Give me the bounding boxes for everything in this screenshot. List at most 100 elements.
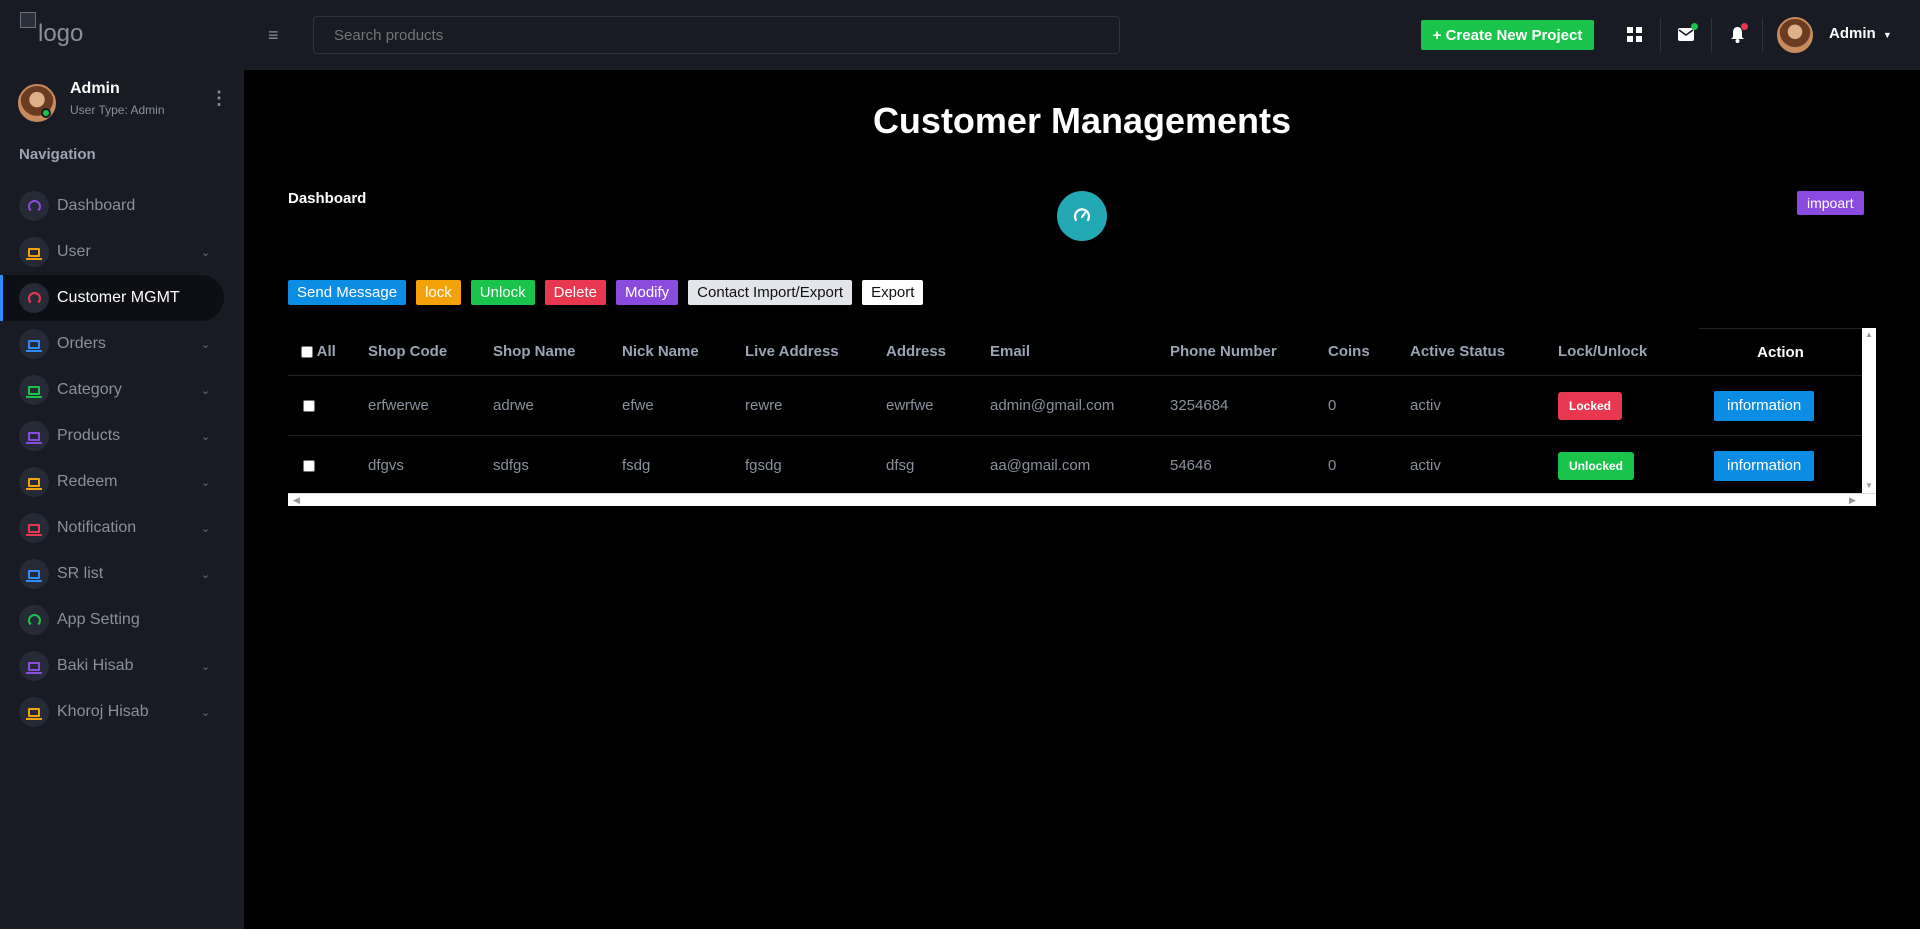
cell-coins: 0 — [1328, 435, 1410, 496]
unlock-button[interactable]: Unlock — [470, 280, 535, 305]
cell-status: activ — [1410, 375, 1558, 436]
sidebar-item-redeem[interactable]: Redeem ⌄ — [0, 459, 244, 505]
row-checkbox[interactable] — [303, 460, 315, 473]
mail-status-dot — [1691, 23, 1698, 30]
sidebar-item-sr-list[interactable]: SR list ⌄ — [0, 551, 244, 597]
mail-icon[interactable] — [1674, 22, 1698, 46]
online-status-dot — [41, 108, 51, 118]
impoart-button[interactable]: impoart — [1797, 191, 1864, 215]
cell-live-address: fgsdg — [745, 435, 886, 496]
lock-status-badge[interactable]: Locked — [1558, 391, 1623, 420]
chevron-down-icon: ⌄ — [201, 246, 211, 259]
lock-status-badge[interactable]: Unlocked — [1558, 451, 1635, 480]
logo[interactable]: logo — [20, 12, 83, 48]
sidebar-item-label: Baki Hisab — [57, 657, 134, 674]
row-select-cell — [288, 375, 368, 436]
bell-icon[interactable] — [1725, 22, 1749, 46]
laptop-icon — [19, 375, 49, 405]
gauge-icon — [19, 283, 49, 313]
cell-action: information — [1699, 375, 1862, 436]
laptop-icon — [19, 697, 49, 727]
chevron-down-icon: ⌄ — [201, 430, 211, 443]
delete-button[interactable]: Delete — [544, 280, 606, 305]
sidebar-item-notification[interactable]: Notification ⌄ — [0, 505, 244, 551]
header-divider — [1762, 18, 1763, 52]
dashboard-gauge-icon — [1057, 191, 1107, 241]
cell-shop-name: adrwe — [493, 375, 622, 436]
cell-coins: 0 — [1328, 375, 1410, 436]
cell-lock-unlock: Locked — [1558, 375, 1699, 436]
sidebar-item-products[interactable]: Products ⌄ — [0, 413, 244, 459]
search-input[interactable] — [313, 16, 1120, 54]
select-all-label: All — [316, 343, 336, 361]
sidebar-item-customer-mgmt[interactable]: Customer MGMT — [0, 275, 224, 321]
cell-shop-code: erfwerwe — [368, 375, 493, 436]
caret-down-icon: ▼ — [1882, 30, 1892, 40]
sidebar-item-user[interactable]: User ⌄ — [0, 229, 244, 275]
menu-toggle-icon[interactable]: ≡ — [268, 25, 279, 46]
information-button[interactable]: information — [1714, 390, 1815, 421]
sidebar-item-baki-hisab[interactable]: Baki Hisab ⌄ — [0, 643, 244, 689]
app: logo ≡ + Create New Project Admin ▼ Admi… — [0, 0, 1920, 929]
laptop-icon — [19, 559, 49, 589]
col-nick-name: Nick Name — [622, 328, 745, 376]
col-shop-name: Shop Name — [493, 328, 622, 376]
sidebar-item-app-setting[interactable]: App Setting — [0, 597, 244, 643]
horizontal-scrollbar[interactable]: ◀ ▶ — [288, 493, 1876, 506]
customer-table-container: All Shop Code Shop Name Nick Name Live A… — [288, 328, 1876, 506]
vertical-scrollbar[interactable]: ▲ ▼ — [1862, 328, 1876, 493]
scroll-up-icon[interactable]: ▲ — [1865, 330, 1873, 339]
cell-address: dfsg — [886, 435, 990, 496]
main-content: Customer Managements Dashboard impoart S… — [244, 70, 1920, 929]
apps-grid-icon[interactable] — [1622, 22, 1646, 46]
col-lock-unlock: Lock/Unlock — [1558, 328, 1699, 376]
sidebar-item-category[interactable]: Category ⌄ — [0, 367, 244, 413]
header-avatar[interactable] — [1777, 17, 1813, 53]
cell-status: activ — [1410, 435, 1558, 496]
cell-live-address: rewre — [745, 375, 886, 436]
sidebar-item-label: Dashboard — [57, 197, 136, 214]
sidebar-item-label: Category — [57, 381, 122, 398]
contact-import-export-button[interactable]: Contact Import/Export — [688, 280, 853, 305]
sidebar-item-label: Redeem — [57, 473, 118, 490]
cell-action: information — [1699, 435, 1862, 496]
lock-button[interactable]: lock — [416, 280, 461, 305]
export-button[interactable]: Export — [862, 280, 924, 305]
sidebar-item-dashboard[interactable]: Dashboard — [0, 183, 244, 229]
notification-dot — [1741, 23, 1748, 30]
scroll-right-icon[interactable]: ▶ — [1849, 495, 1856, 506]
modify-button[interactable]: Modify — [615, 280, 679, 305]
scroll-down-icon[interactable]: ▼ — [1865, 481, 1873, 490]
col-coins: Coins — [1328, 328, 1410, 376]
send-message-button[interactable]: Send Message — [288, 280, 407, 305]
chevron-down-icon: ⌄ — [201, 706, 211, 719]
cell-phone: 3254684 — [1170, 375, 1328, 436]
col-address: Address — [886, 328, 990, 376]
information-button[interactable]: information — [1714, 450, 1815, 481]
cell-address: ewrfwe — [886, 375, 990, 436]
sidebar-item-khoroj-hisab[interactable]: Khoroj Hisab ⌄ — [0, 689, 244, 735]
chevron-down-icon: ⌄ — [201, 522, 211, 535]
page-title: Customer Managements — [872, 100, 1292, 141]
chevron-down-icon: ⌄ — [201, 476, 211, 489]
laptop-icon — [19, 651, 49, 681]
col-phone: Phone Number — [1170, 328, 1328, 376]
breadcrumb[interactable]: Dashboard — [288, 190, 366, 207]
header-user-menu[interactable]: Admin ▼ — [1829, 25, 1892, 42]
laptop-icon — [19, 421, 49, 451]
select-all-checkbox[interactable] — [301, 346, 313, 359]
sidebar-item-label: Products — [57, 427, 121, 444]
sidebar-item-orders[interactable]: Orders ⌄ — [0, 321, 244, 367]
table-row: erfwerwe adrwe efwe rewre ewrfwe admin@gmail.… — [288, 375, 1862, 436]
cell-email: aa@gmail.com — [990, 435, 1170, 496]
header-divider — [1711, 18, 1712, 52]
scroll-left-icon[interactable]: ◀ — [293, 495, 300, 506]
sidebar-user-type: User Type: Admin — [70, 103, 165, 117]
cell-nick-name: fsdg — [622, 435, 745, 496]
kebab-menu-icon[interactable]: ⋮ — [210, 88, 228, 109]
create-new-project-button[interactable]: + Create New Project — [1421, 20, 1594, 50]
sidebar-avatar[interactable] — [18, 84, 56, 122]
row-checkbox[interactable] — [303, 400, 315, 413]
col-active-status: Active Status — [1410, 328, 1558, 376]
col-action: Action — [1699, 328, 1862, 376]
